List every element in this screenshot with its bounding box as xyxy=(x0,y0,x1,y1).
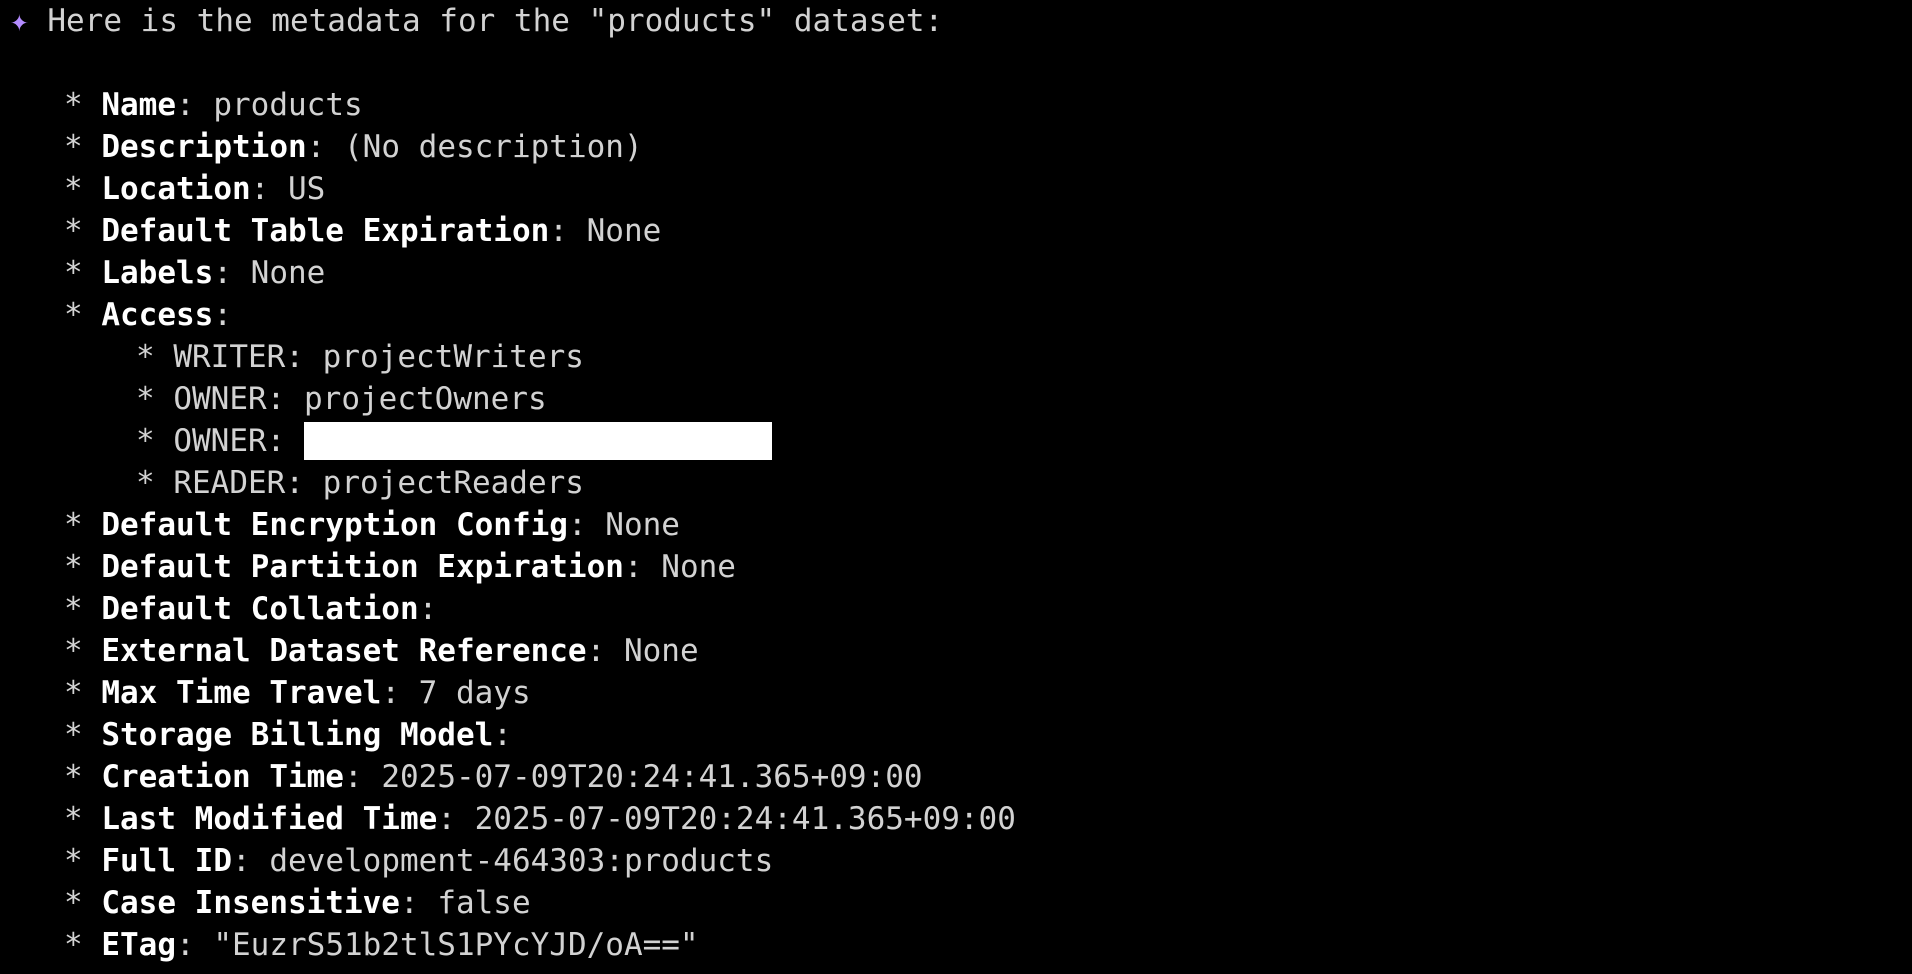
field-key: Default Table Expiration xyxy=(101,213,550,249)
field-description: * Description: (No description) xyxy=(64,129,643,165)
bullet: * xyxy=(64,129,83,165)
bullet: * xyxy=(64,297,83,333)
field-key: ETag xyxy=(101,927,176,963)
sparkle-icon: ✦ xyxy=(10,3,29,39)
field-key: Storage Billing Model xyxy=(101,717,494,753)
field-key: Description xyxy=(101,129,307,165)
access-role: OWNER xyxy=(173,423,267,459)
field-max-time-travel: * Max Time Travel: 7 days xyxy=(64,675,531,711)
field-location: * Location: US xyxy=(64,171,326,207)
intro-line: ✦ Here is the metadata for the "products… xyxy=(10,0,943,42)
bullet: * xyxy=(136,465,155,501)
bullet: * xyxy=(136,423,155,459)
field-key: Last Modified Time xyxy=(101,801,438,837)
intro-text: Here is the metadata for the "products" … xyxy=(47,3,944,39)
bullet: * xyxy=(64,591,83,627)
redaction-block xyxy=(304,421,773,460)
field-value: (No description) xyxy=(344,129,643,165)
field-key: Labels xyxy=(101,255,214,291)
bullet: * xyxy=(64,549,83,585)
bullet: * xyxy=(64,87,83,123)
bullet: * xyxy=(64,255,83,291)
access-value: projectReaders xyxy=(322,465,584,501)
field-value: "EuzrS51b2tlS1PYcYJD/oA==" xyxy=(213,927,699,963)
field-value: None xyxy=(586,213,662,249)
field-value: None xyxy=(623,633,699,669)
field-key: Access xyxy=(101,297,214,333)
bullet: * xyxy=(64,759,83,795)
field-full-id: * Full ID: development-464303:products xyxy=(64,843,774,879)
field-value: 7 days xyxy=(418,675,531,711)
field-default-encryption-config: * Default Encryption Config: None xyxy=(64,507,680,543)
access-value: projectOwners xyxy=(304,381,547,417)
field-value: US xyxy=(288,171,326,207)
field-default-collation: * Default Collation: xyxy=(64,591,438,627)
field-key: Location xyxy=(101,171,251,207)
field-key: Case Insensitive xyxy=(101,885,400,921)
field-value: products xyxy=(213,87,363,123)
field-value: 2025-07-09T20:24:41.365+09:00 xyxy=(381,759,923,795)
bullet: * xyxy=(64,927,83,963)
terminal-output: ✦ Here is the metadata for the "products… xyxy=(0,0,1912,974)
bullet: * xyxy=(64,171,83,207)
field-default-table-expiration: * Default Table Expiration: None xyxy=(64,213,662,249)
access-role: READER xyxy=(173,465,286,501)
bullet: * xyxy=(64,675,83,711)
bullet: * xyxy=(64,717,83,753)
bullet: * xyxy=(64,507,83,543)
field-access: * Access: xyxy=(64,297,232,333)
field-case-insensitive: * Case Insensitive: false xyxy=(64,885,531,921)
field-key: Default Partition Expiration xyxy=(101,549,624,585)
field-value: None xyxy=(605,507,680,543)
field-last-modified-time: * Last Modified Time: 2025-07-09T20:24:4… xyxy=(64,801,1016,837)
bullet: * xyxy=(64,885,83,921)
access-item-owner: * OWNER: projectOwners xyxy=(136,381,547,417)
access-item-reader: * READER: projectReaders xyxy=(136,465,584,501)
field-value: false xyxy=(437,885,531,921)
field-creation-time: * Creation Time: 2025-07-09T20:24:41.365… xyxy=(64,759,923,795)
field-etag: * ETag: "EuzrS51b2tlS1PYcYJD/oA==" xyxy=(64,927,699,963)
field-key: Name xyxy=(101,87,176,123)
field-key: Default Collation xyxy=(101,591,419,627)
field-labels: * Labels: None xyxy=(64,255,326,291)
bullet: * xyxy=(64,213,83,249)
field-value: None xyxy=(250,255,326,291)
field-key: External Dataset Reference xyxy=(101,633,587,669)
bullet: * xyxy=(64,801,83,837)
field-default-partition-expiration: * Default Partition Expiration: None xyxy=(64,549,736,585)
bullet: * xyxy=(136,381,155,417)
field-key: Max Time Travel xyxy=(101,675,382,711)
access-item-owner-redacted: * OWNER: xyxy=(136,420,773,462)
field-storage-billing-model: * Storage Billing Model: xyxy=(64,717,512,753)
access-role: OWNER xyxy=(173,381,267,417)
bullet: * xyxy=(64,633,83,669)
field-key: Full ID xyxy=(101,843,232,879)
field-value: 2025-07-09T20:24:41.365+09:00 xyxy=(474,801,1016,837)
access-role: WRITER xyxy=(173,339,286,375)
access-value: projectWriters xyxy=(322,339,584,375)
field-value: development-464303:products xyxy=(269,843,774,879)
field-name: * Name: products xyxy=(64,87,363,123)
bullet: * xyxy=(136,339,155,375)
bullet: * xyxy=(64,843,83,879)
field-value: None xyxy=(661,549,736,585)
field-external-dataset-reference: * External Dataset Reference: None xyxy=(64,633,699,669)
access-item-writer: * WRITER: projectWriters xyxy=(136,339,584,375)
field-key: Creation Time xyxy=(101,759,344,795)
field-key: Default Encryption Config xyxy=(101,507,568,543)
